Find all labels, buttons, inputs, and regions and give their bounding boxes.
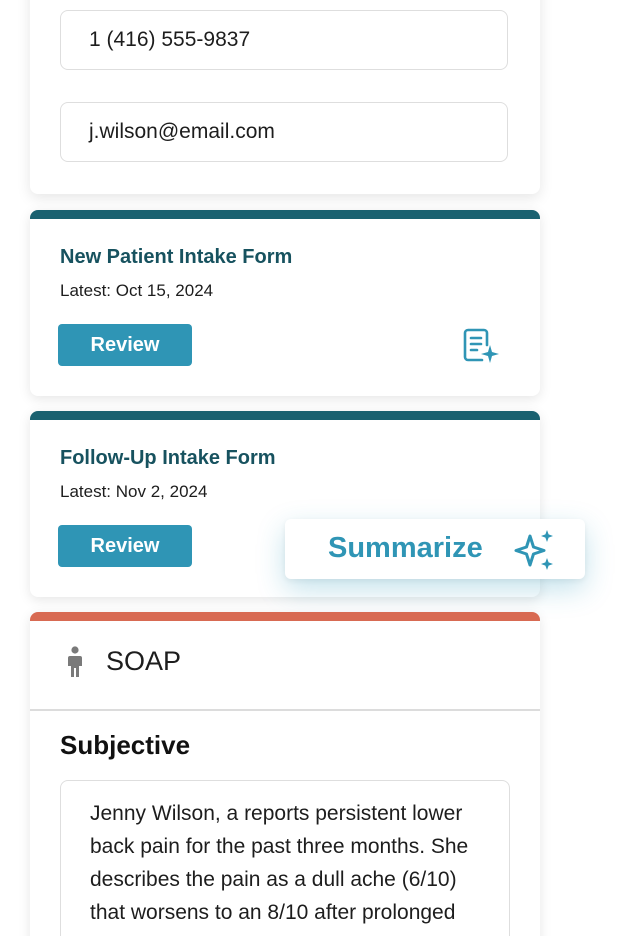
sparkle-icon — [514, 530, 553, 570]
phone-field[interactable]: 1 (416) 555-9837 — [60, 10, 508, 70]
review-button[interactable]: Review — [58, 324, 192, 366]
summarize-label: Summarize — [328, 532, 483, 564]
divider — [30, 709, 540, 711]
soap-title: SOAP — [106, 646, 182, 676]
soap-card: SOAP Subjective Jenny Wilson, a reports … — [30, 612, 540, 936]
section-heading-subjective: Subjective — [60, 730, 191, 760]
card-accent-bar — [30, 210, 540, 219]
form-latest-date: Latest: Nov 2, 2024 — [60, 482, 208, 501]
contact-card: 1 (416) 555-9837 j.wilson@email.com — [30, 0, 540, 194]
email-field[interactable]: j.wilson@email.com — [60, 102, 508, 162]
summarize-button[interactable]: Summarize — [285, 519, 585, 579]
subjective-textarea[interactable]: Jenny Wilson, a reports persistent lower… — [60, 780, 510, 936]
card-accent-bar — [30, 411, 540, 420]
form-title: New Patient Intake Form — [60, 246, 293, 268]
review-button[interactable]: Review — [58, 525, 192, 567]
document-sparkle-icon[interactable] — [462, 327, 500, 363]
form-title: Follow-Up Intake Form — [60, 447, 276, 469]
form-latest-date: Latest: Oct 15, 2024 — [60, 281, 214, 300]
soap-accent-bar — [30, 612, 540, 621]
intake-form-card-new-patient: New Patient Intake Form Latest: Oct 15, … — [30, 210, 540, 396]
person-icon — [68, 646, 82, 677]
page: 1 (416) 555-9837 j.wilson@email.com New … — [0, 0, 630, 936]
